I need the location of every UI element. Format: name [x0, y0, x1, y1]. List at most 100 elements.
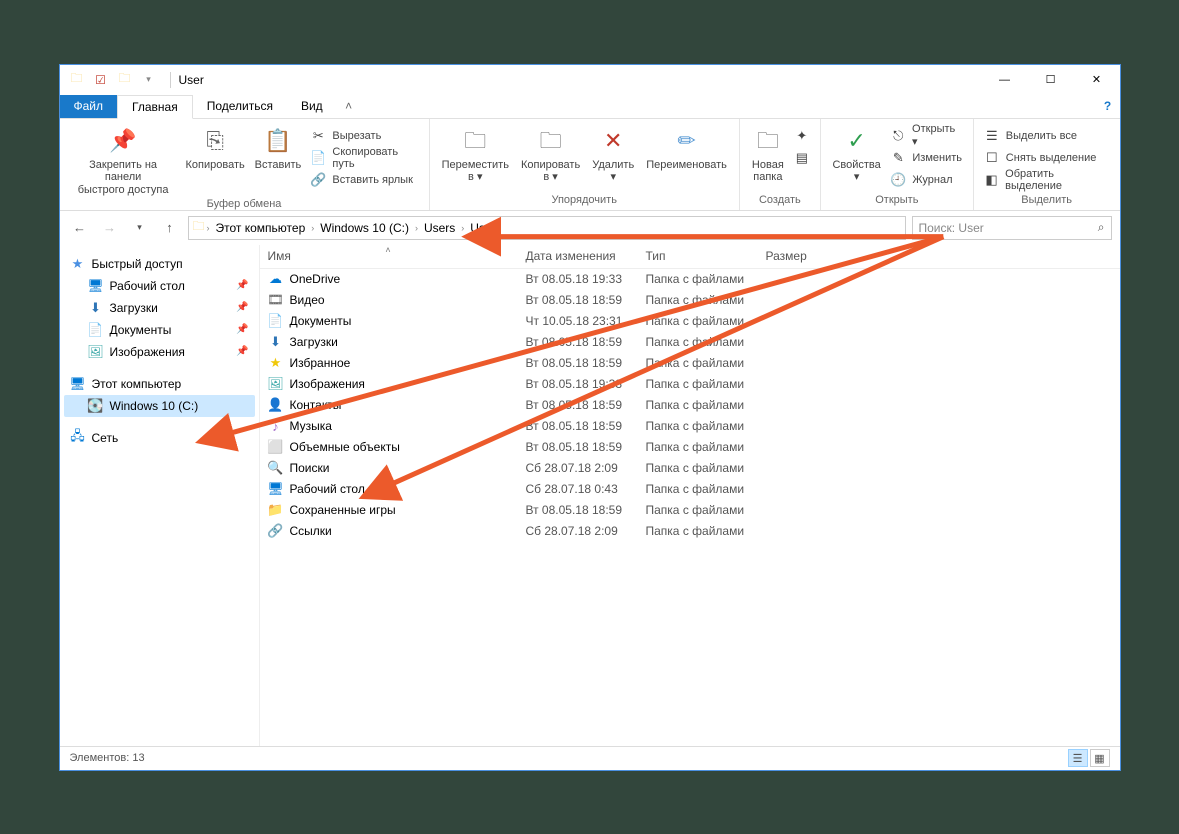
- up-button[interactable]: ↑: [158, 216, 182, 240]
- tab-share[interactable]: Поделиться: [193, 95, 287, 118]
- tree-drive-c[interactable]: 💽Windows 10 (C:): [64, 395, 255, 417]
- crumb-drive[interactable]: Windows 10 (C:): [316, 221, 413, 235]
- file-type: Папка с файлами: [638, 272, 758, 286]
- list-item[interactable]: 🔍ПоискиСб 28.07.18 2:09Папка с файлами: [260, 458, 1120, 479]
- crumb-users[interactable]: Users: [420, 221, 459, 235]
- desktop-icon: 🖥: [88, 278, 104, 294]
- ribbon: 📌Закрепить на панели быстрого доступа ⎘К…: [60, 119, 1120, 211]
- file-type: Папка с файлами: [638, 377, 758, 391]
- moveto-button[interactable]: 🗀Переместить в ▾: [436, 121, 515, 184]
- picture-icon: 🖼: [88, 344, 104, 360]
- search-input[interactable]: Поиск: User ⌕: [912, 216, 1112, 240]
- col-name[interactable]: Имя˄: [260, 249, 518, 263]
- file-icon: ☁: [268, 271, 284, 287]
- file-date: Сб 28.07.18 2:09: [518, 461, 638, 475]
- file-icon: 🖼: [268, 376, 284, 392]
- qat-folder-icon[interactable]: 🗀: [116, 71, 134, 89]
- easyaccess-icon: ▤: [794, 150, 810, 166]
- tab-home[interactable]: Главная: [117, 95, 193, 119]
- invert-button[interactable]: ◧Обратить выделение: [980, 169, 1114, 191]
- copyto-button[interactable]: 🗀Копировать в ▾: [515, 121, 586, 184]
- help-icon[interactable]: ?: [1096, 95, 1120, 118]
- tree-thispc[interactable]: 🖥Этот компьютер: [64, 373, 255, 395]
- delete-button[interactable]: ✕Удалить ▾: [586, 121, 640, 184]
- col-size[interactable]: Размер: [758, 249, 838, 263]
- list-item[interactable]: 📁Сохраненные игрыВт 08.05.18 18:59Папка …: [260, 500, 1120, 521]
- tree-quickaccess[interactable]: ★Быстрый доступ: [64, 253, 255, 275]
- list-item[interactable]: 🔗СсылкиСб 28.07.18 2:09Папка с файлами: [260, 521, 1120, 542]
- tab-file[interactable]: Файл: [60, 95, 118, 118]
- copypath-button[interactable]: 📄Скопировать путь: [306, 147, 422, 169]
- paste-icon: 📋: [262, 125, 294, 157]
- file-icon: 🔍: [268, 460, 284, 476]
- file-name: Объемные объекты: [290, 440, 400, 454]
- file-name: OneDrive: [290, 272, 341, 286]
- group-select-label: Выделить: [980, 192, 1114, 210]
- tree-network[interactable]: 🖧Сеть: [64, 427, 255, 449]
- back-button[interactable]: ←: [68, 216, 92, 240]
- selectall-button[interactable]: ☰Выделить все: [980, 125, 1114, 147]
- file-rows[interactable]: ☁OneDriveВт 08.05.18 19:33Папка с файлам…: [260, 269, 1120, 746]
- file-date: Вт 08.05.18 18:59: [518, 293, 638, 307]
- file-type: Папка с файлами: [638, 293, 758, 307]
- address-bar[interactable]: 🗀 › Этот компьютер › Windows 10 (C:) › U…: [188, 216, 906, 240]
- edit-button[interactable]: ✎Изменить: [886, 147, 966, 169]
- list-item[interactable]: ⬜Объемные объектыВт 08.05.18 18:59Папка …: [260, 437, 1120, 458]
- nav-tree[interactable]: ★Быстрый доступ 🖥Рабочий стол📌 ⬇Загрузки…: [60, 245, 260, 746]
- list-item[interactable]: 👤КонтактыВт 08.05.18 18:59Папка с файлам…: [260, 395, 1120, 416]
- list-item[interactable]: 🖥Рабочий столСб 28.07.18 0:43Папка с фай…: [260, 479, 1120, 500]
- list-item[interactable]: 🖼ИзображенияВт 08.05.18 19:33Папка с фай…: [260, 374, 1120, 395]
- file-icon: 👤: [268, 397, 284, 413]
- newfolder-button[interactable]: 🗀Новая папка: [746, 121, 790, 184]
- col-type[interactable]: Тип: [638, 249, 758, 263]
- tab-view[interactable]: Вид: [287, 95, 337, 118]
- list-item[interactable]: ⬇ЗагрузкиВт 08.05.18 18:59Папка с файлам…: [260, 332, 1120, 353]
- tree-desktop[interactable]: 🖥Рабочий стол📌: [64, 275, 255, 297]
- tree-pictures[interactable]: 🖼Изображения📌: [64, 341, 255, 363]
- selectall-icon: ☰: [984, 128, 1000, 144]
- copy-button[interactable]: ⎘Копировать: [181, 121, 250, 172]
- chevron-right-icon[interactable]: ›: [311, 223, 314, 233]
- file-name: Сохраненные игры: [290, 503, 396, 517]
- qat-dropdown-icon[interactable]: ▾: [140, 71, 158, 89]
- close-button[interactable]: ✕: [1074, 65, 1120, 95]
- cut-button[interactable]: ✂Вырезать: [306, 125, 422, 147]
- properties-button[interactable]: ✓Свойства ▾: [827, 121, 887, 184]
- newfolder-icon: 🗀: [752, 125, 784, 157]
- window-frame: 🗀 ☑ 🗀 ▾ User ― ☐ ✕ Файл Главная Поделить…: [59, 64, 1121, 771]
- crumb-user[interactable]: User: [466, 221, 499, 235]
- pin-button[interactable]: 📌Закрепить на панели быстрого доступа: [66, 121, 181, 197]
- list-item[interactable]: ♪МузыкаВт 08.05.18 18:59Папка с файлами: [260, 416, 1120, 437]
- tree-documents[interactable]: 📄Документы📌: [64, 319, 255, 341]
- history-button[interactable]: 🕘Журнал: [886, 169, 966, 191]
- icons-view-button[interactable]: ▦: [1090, 749, 1110, 767]
- pin-icon: 📌: [236, 280, 248, 291]
- list-item[interactable]: 🎞ВидеоВт 08.05.18 18:59Папка с файлами: [260, 290, 1120, 311]
- collapse-ribbon-icon[interactable]: ˄: [337, 95, 361, 118]
- link-icon: 🔗: [310, 172, 326, 188]
- minimize-button[interactable]: ―: [982, 65, 1028, 95]
- details-view-button[interactable]: ☰: [1068, 749, 1088, 767]
- selectnone-button[interactable]: ☐Снять выделение: [980, 147, 1114, 169]
- chevron-right-icon[interactable]: ›: [415, 223, 418, 233]
- search-placeholder: Поиск: User: [919, 221, 984, 235]
- maximize-button[interactable]: ☐: [1028, 65, 1074, 95]
- chevron-right-icon[interactable]: ›: [461, 223, 464, 233]
- col-date[interactable]: Дата изменения: [518, 249, 638, 263]
- list-item[interactable]: 📄ДокументыЧт 10.05.18 23:31Папка с файла…: [260, 311, 1120, 332]
- tree-downloads[interactable]: ⬇Загрузки📌: [64, 297, 255, 319]
- file-name: Документы: [290, 314, 352, 328]
- easyaccess-button[interactable]: ▤: [790, 147, 814, 169]
- file-name: Загрузки: [290, 335, 338, 349]
- qat-properties-icon[interactable]: ☑: [92, 71, 110, 89]
- newitem-button[interactable]: ✦: [790, 125, 814, 147]
- crumb-pc[interactable]: Этот компьютер: [212, 221, 310, 235]
- list-item[interactable]: ☁OneDriveВт 08.05.18 19:33Папка с файлам…: [260, 269, 1120, 290]
- list-item[interactable]: ★ИзбранноеВт 08.05.18 18:59Папка с файла…: [260, 353, 1120, 374]
- recent-dropdown[interactable]: ▾: [128, 216, 152, 240]
- paste-button[interactable]: 📋Вставить: [250, 121, 307, 172]
- pastelink-button[interactable]: 🔗Вставить ярлык: [306, 169, 422, 191]
- rename-button[interactable]: ✏Переименовать: [640, 121, 733, 172]
- open-button[interactable]: ⎋Открыть ▾: [886, 125, 966, 147]
- forward-button[interactable]: →: [98, 216, 122, 240]
